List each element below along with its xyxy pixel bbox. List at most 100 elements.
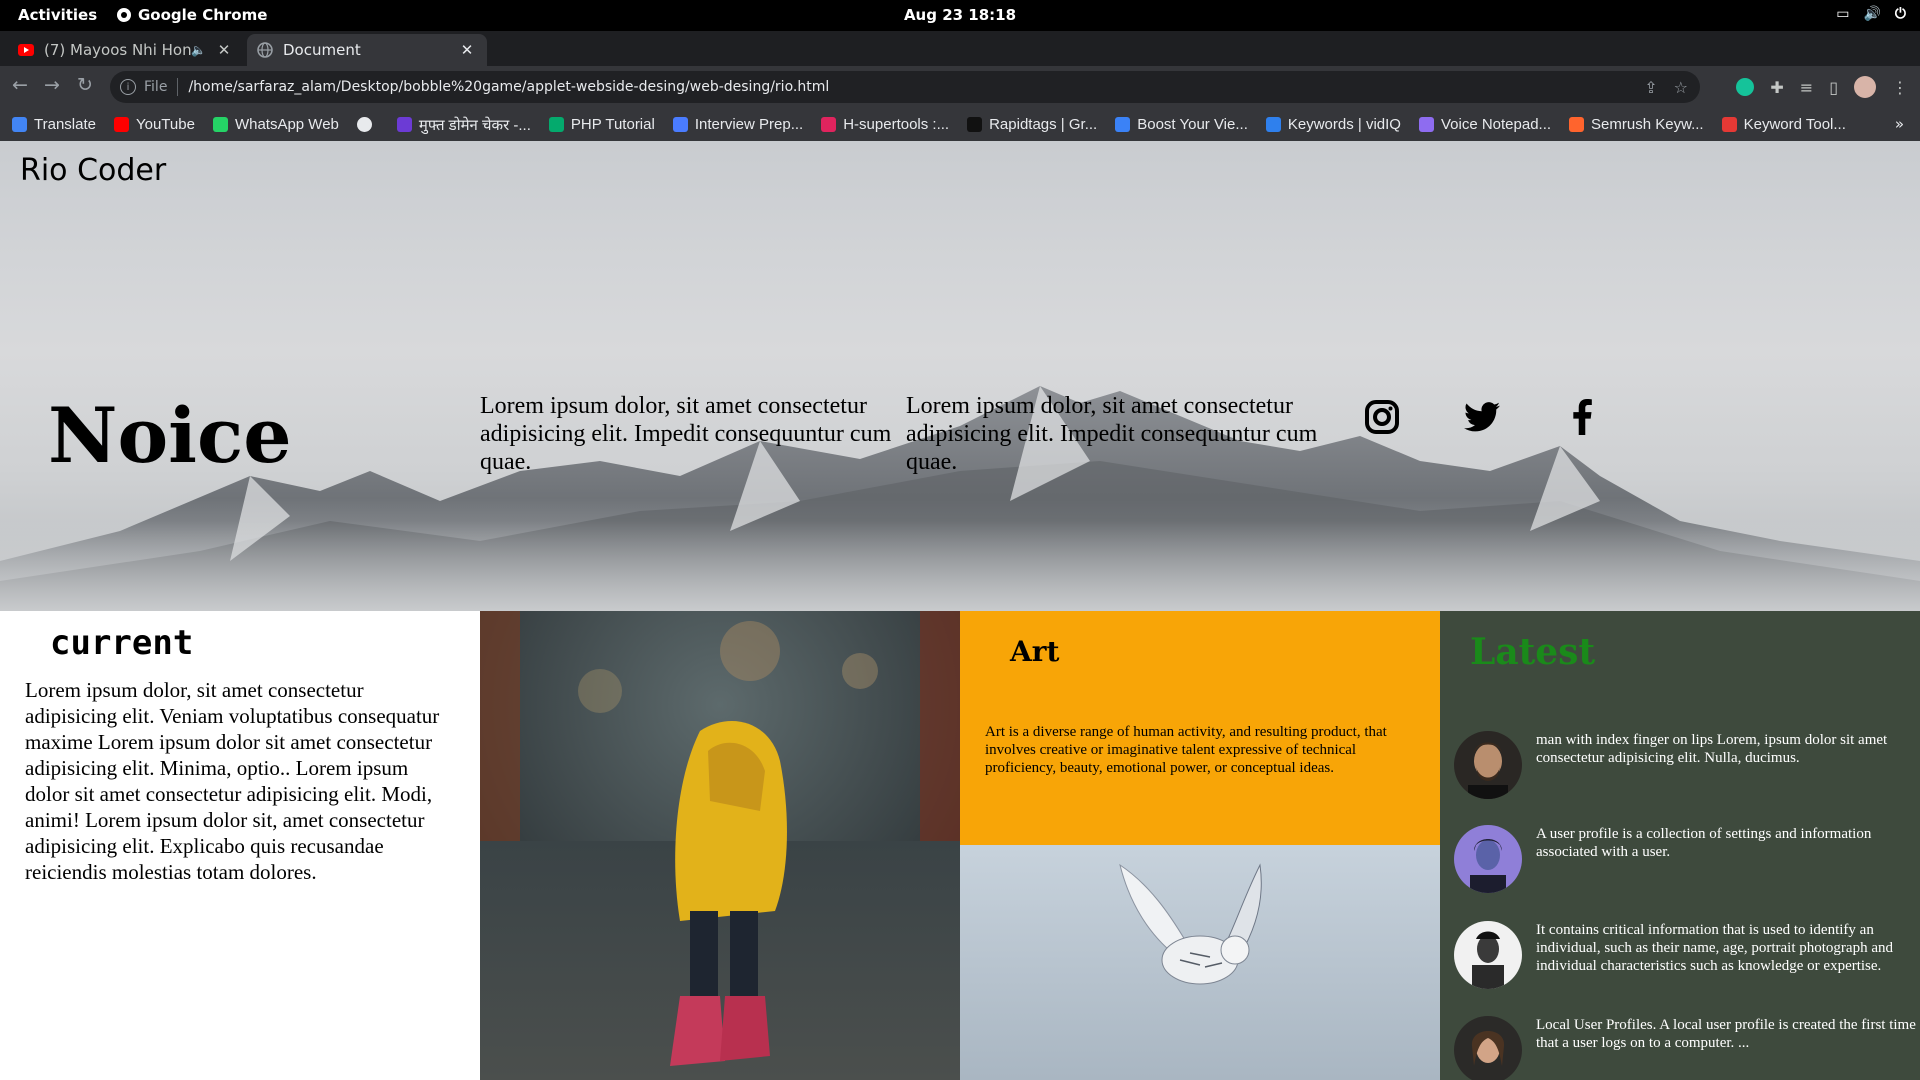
bookmark-favicon-icon — [548, 117, 564, 132]
bookmark-item[interactable]: मुफ्त डोमेन चेकर -... — [396, 115, 531, 135]
volume-icon[interactable]: 🔊 — [1863, 6, 1880, 22]
bookmark-favicon-icon — [12, 117, 27, 132]
bookmark-favicon-icon — [1115, 117, 1131, 132]
latest-item-text: Local User Profiles. A local user profil… — [1536, 1017, 1916, 1051]
bookmark-label: YouTube — [135, 116, 195, 133]
bookmark-item[interactable]: PHP Tutorial — [548, 116, 655, 133]
bookmark-label: Interview Prep... — [694, 116, 804, 133]
side-panel-icon[interactable]: ▯ — [1829, 78, 1838, 97]
chrome-icon — [117, 8, 131, 22]
url-scheme: File — [144, 79, 168, 95]
bookmark-label: Keyword Tool... — [1743, 116, 1846, 133]
latest-item[interactable]: Local User Profiles. A local user profil… — [1454, 1016, 1916, 1080]
omnibox-actions: ⇪ ☆ — [1644, 78, 1688, 97]
grammarly-icon[interactable] — [1736, 78, 1755, 96]
bookmark-item[interactable]: Semrush Keyw... — [1569, 116, 1704, 133]
back-icon[interactable]: ← — [12, 74, 28, 96]
bookmark-item[interactable]: Translate — [12, 116, 96, 133]
bookmark-item[interactable]: YouTube — [113, 116, 195, 133]
bookmark-label: Voice Notepad... — [1440, 116, 1552, 133]
art-body: Art is a diverse range of human activity… — [985, 724, 1387, 776]
app-name: Google Chrome — [138, 6, 268, 24]
bookmarks-overflow-icon[interactable]: » — [1895, 115, 1904, 133]
tab-document[interactable]: Document ✕ — [247, 34, 487, 66]
bookmark-item[interactable]: Voice Notepad... — [1418, 116, 1552, 133]
screen-icon[interactable]: ▭ — [1836, 6, 1849, 22]
menu-kebab-icon[interactable]: ⋮ — [1892, 78, 1908, 97]
close-tab-icon[interactable]: ✕ — [457, 41, 477, 59]
bookmark-label: WhatsApp Web — [234, 116, 339, 133]
bookmark-item[interactable]: Keywords | vidIQ — [1265, 116, 1401, 133]
extension-area: ✚ ≡ ▯ ⋮ — [1736, 76, 1908, 98]
latest-item[interactable]: A user profile is a collection of settin… — [1454, 825, 1914, 897]
bookmark-favicon-icon — [672, 117, 688, 132]
latest-item[interactable]: It contains critical information that is… — [1454, 921, 1914, 993]
profile-avatar[interactable] — [1854, 76, 1876, 98]
system-tray[interactable]: ▭ 🔊 ⏻ — [1836, 6, 1906, 22]
url-text[interactable]: /home/sarfaraz_alam/Desktop/bobble%20gam… — [188, 79, 829, 95]
mountain-background-image — [0, 386, 1920, 611]
avatar — [1454, 731, 1522, 799]
bookmark-favicon-icon — [967, 117, 983, 132]
avatar — [1454, 825, 1522, 893]
tab-youtube[interactable]: (7) Mayoos Nhi Hona R 🔈 ✕ — [8, 34, 244, 66]
hero-section: Rio Coder Noice Lorem ipsum dolor, sit a… — [0, 141, 1920, 611]
twitter-icon[interactable] — [1460, 395, 1504, 439]
bookmark-favicon-icon — [1418, 117, 1434, 132]
facebook-icon[interactable] — [1560, 395, 1604, 439]
instagram-icon[interactable] — [1360, 395, 1404, 439]
divider — [177, 78, 179, 96]
bookmark-label: PHP Tutorial — [570, 116, 655, 133]
bookmark-item[interactable]: Boost Your Vie... — [1115, 116, 1248, 133]
bookmark-favicon-icon — [1265, 117, 1281, 132]
tab-title: (7) Mayoos Nhi Hona R — [44, 41, 192, 59]
art-card: Art Art is a diverse range of human acti… — [960, 611, 1440, 845]
app-menu[interactable]: Google Chrome — [116, 6, 267, 24]
power-icon[interactable]: ⏻ — [1895, 6, 1906, 22]
current-section: current Lorem ipsum dolor, sit amet cons… — [0, 611, 480, 1080]
bookmark-favicon-icon — [113, 117, 129, 132]
speaker-icon[interactable]: 🔈 — [191, 43, 206, 57]
tab-title: Document — [283, 41, 361, 59]
bookmark-item[interactable]: H-supertools :... — [821, 116, 949, 133]
browser-toolbar: ← → ↻ i File /home/sarfaraz_alam/Desktop… — [0, 66, 1920, 108]
share-icon[interactable]: ⇪ — [1644, 78, 1657, 97]
address-bar[interactable]: i File /home/sarfaraz_alam/Desktop/bobbl… — [110, 71, 1700, 103]
latest-heading: Latest — [1470, 631, 1596, 673]
latest-item-text: A user profile is a collection of settin… — [1536, 826, 1872, 860]
forward-icon[interactable]: → — [44, 74, 60, 96]
avatar — [1454, 921, 1522, 989]
hero-paragraph-1: Lorem ipsum dolor, sit amet consectetur … — [480, 393, 892, 475]
bookmark-favicon-icon — [821, 117, 837, 132]
tab-strip: (7) Mayoos Nhi Hona R 🔈 ✕ Document ✕ + ⌄… — [0, 31, 1920, 92]
reload-icon[interactable]: ↻ — [77, 74, 93, 96]
bookmark-favicon-icon — [1569, 117, 1585, 132]
bookmark-favicon-icon — [396, 117, 412, 132]
youtube-icon — [18, 42, 34, 58]
bookmark-label: Keywords | vidIQ — [1287, 116, 1401, 133]
info-icon[interactable]: i — [120, 79, 136, 95]
bookmark-favicon-icon — [212, 117, 228, 132]
extensions-puzzle-icon[interactable]: ✚ — [1770, 78, 1783, 97]
clock[interactable]: Aug 23 18:18 — [0, 6, 1920, 24]
site-logo[interactable]: Rio Coder — [20, 153, 166, 188]
bookmark-label: मुफ्त डोमेन चेकर -... — [418, 116, 531, 134]
bookmark-item[interactable]: Rapidtags | Gr... — [967, 116, 1097, 133]
bookmark-item[interactable]: WhatsApp Web — [212, 116, 339, 133]
bookmark-label: Boost Your Vie... — [1137, 116, 1248, 133]
snowy-owl-image — [960, 845, 1440, 1080]
latest-item[interactable]: man with index finger on lips Lorem, ips… — [1454, 731, 1914, 803]
bookmark-item[interactable]: Keyword Tool... — [1721, 116, 1846, 133]
avatar — [1454, 1016, 1522, 1080]
latest-item-text: It contains critical information that is… — [1536, 922, 1893, 974]
close-tab-icon[interactable]: ✕ — [214, 41, 234, 59]
bookmark-item[interactable] — [356, 117, 379, 132]
media-queue-icon[interactable]: ≡ — [1800, 78, 1813, 97]
activities-button[interactable]: Activities — [18, 6, 97, 24]
latest-item-text: man with index finger on lips Lorem, ips… — [1536, 732, 1888, 766]
bookmark-star-icon[interactable]: ☆ — [1674, 78, 1688, 97]
system-top-bar: Activities Google Chrome Aug 23 18:18 ▭ … — [0, 0, 1920, 31]
bookmark-item[interactable]: Interview Prep... — [672, 116, 804, 133]
current-body: Lorem ipsum dolor, sit amet consectetur … — [25, 678, 440, 884]
globe-icon — [257, 42, 273, 58]
